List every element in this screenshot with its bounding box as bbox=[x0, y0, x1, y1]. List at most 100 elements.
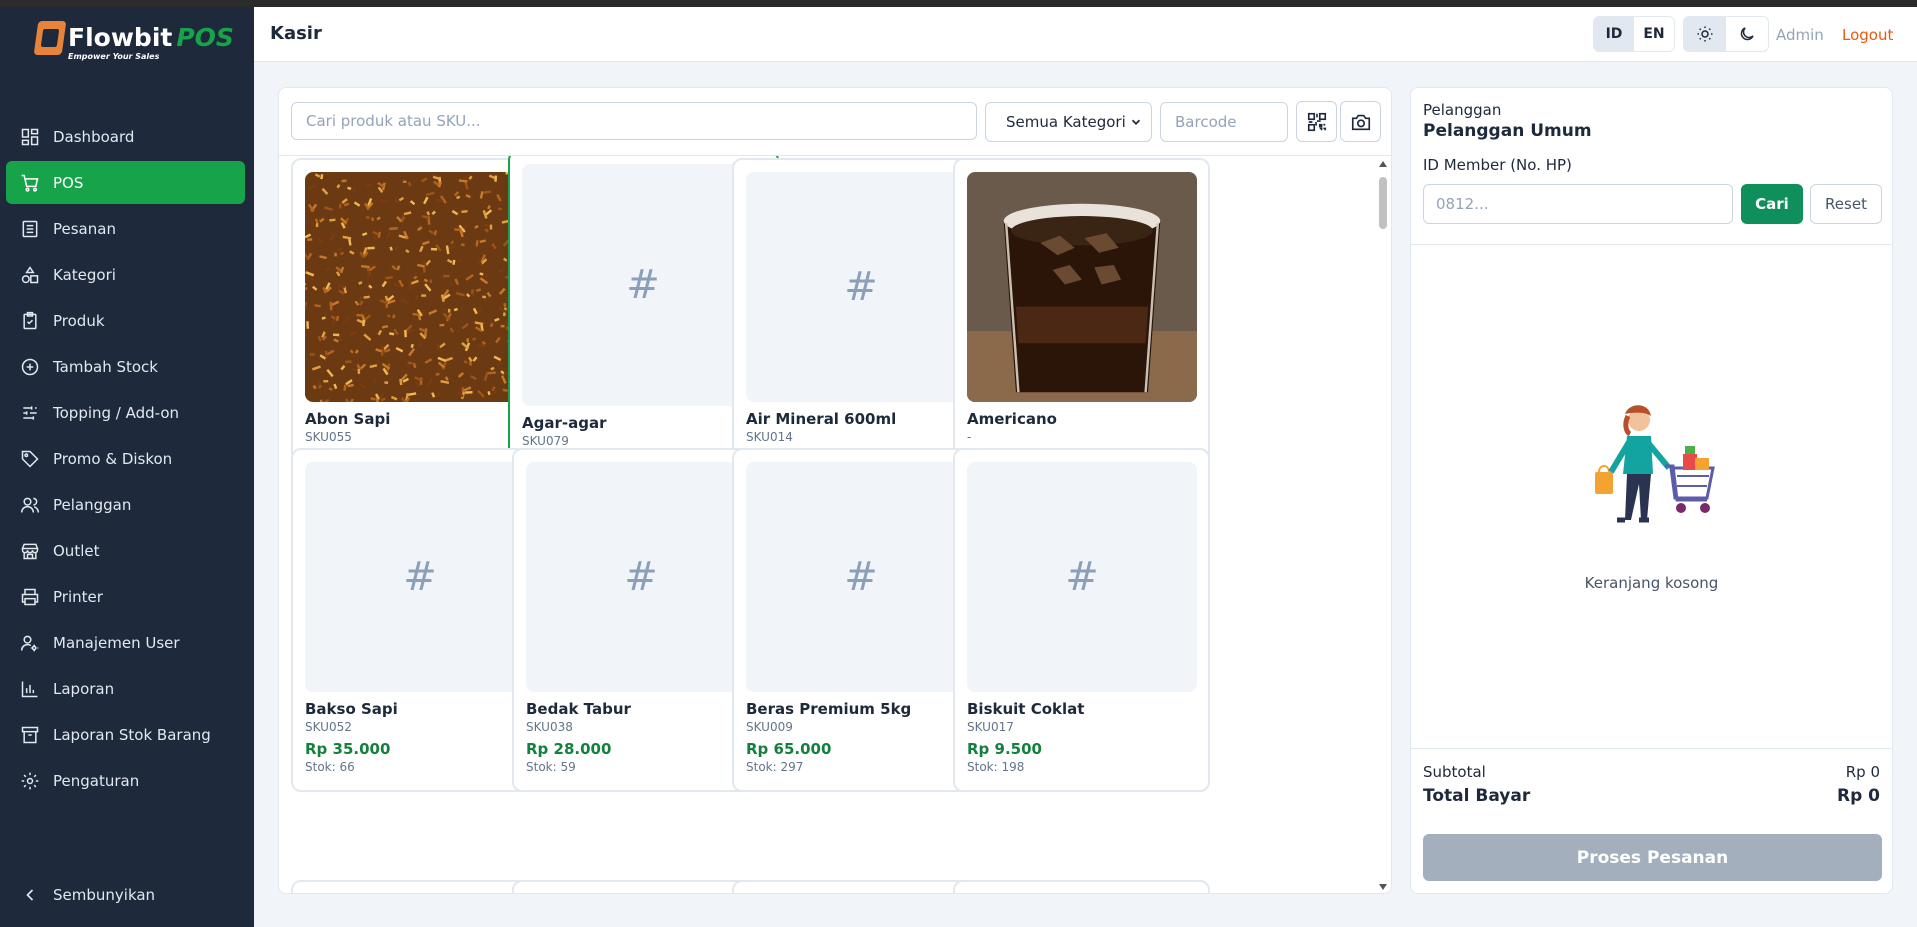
chevron-down-icon bbox=[1131, 119, 1141, 125]
dashboard-icon bbox=[21, 128, 39, 145]
process-order-button[interactable]: Proses Pesanan bbox=[1423, 834, 1882, 881]
sidebar-item-dashboard[interactable]: Dashboard bbox=[6, 115, 245, 158]
sidebar-item-label: Manajemen User bbox=[53, 633, 180, 652]
window-top-strip bbox=[0, 0, 1917, 7]
lang-en-button[interactable]: EN bbox=[1634, 17, 1674, 51]
product-placeholder-glyph: # bbox=[626, 262, 660, 308]
qr-scan-button[interactable] bbox=[1296, 101, 1337, 142]
sidebar-item-pelanggan[interactable]: Pelanggan bbox=[6, 483, 245, 526]
product-card-partial[interactable] bbox=[512, 880, 769, 893]
product-card[interactable]: # Bakso Sapi SKU052 Rp 35.000 Stok: 66 bbox=[291, 448, 548, 792]
total-label: Total Bayar bbox=[1423, 786, 1531, 806]
product-placeholder-glyph: # bbox=[844, 554, 878, 600]
product-stock: Stok: 198 bbox=[967, 760, 1025, 774]
product-sku: SKU055 bbox=[305, 430, 352, 444]
product-name: Agar-agar bbox=[522, 414, 607, 432]
product-price: Rp 28.000 bbox=[526, 740, 612, 758]
sidebar-item-label: Promo & Diskon bbox=[53, 449, 173, 468]
sidebar-item-pengaturan[interactable]: Pengaturan bbox=[6, 759, 245, 802]
cart-logo-icon bbox=[33, 21, 67, 55]
member-phone-input[interactable] bbox=[1423, 184, 1733, 224]
collapse-sidebar-button[interactable]: Sembunyikan bbox=[20, 885, 155, 905]
sidebar-item-label: Printer bbox=[53, 587, 103, 606]
dark-theme-button[interactable] bbox=[1726, 17, 1768, 51]
sidebar-item-label: Laporan bbox=[53, 679, 115, 698]
category-select-value: Semua Kategori bbox=[1006, 113, 1126, 131]
plus-circle-icon bbox=[21, 358, 39, 375]
logout-link[interactable]: Logout bbox=[1842, 26, 1893, 44]
subtotal-label: Subtotal bbox=[1423, 763, 1486, 781]
sidebar-item-topping-add-on[interactable]: Topping / Add-on bbox=[6, 391, 245, 434]
product-card[interactable]: # Bedak Tabur SKU038 Rp 28.000 Stok: 59 bbox=[512, 448, 769, 792]
product-card-partial[interactable] bbox=[953, 880, 1210, 893]
sidebar-item-label: Pesanan bbox=[53, 219, 116, 238]
customer-name: Pelanggan Umum bbox=[1423, 121, 1592, 141]
sidebar-item-label: Produk bbox=[53, 311, 105, 330]
product-name: Abon Sapi bbox=[305, 410, 391, 428]
sidebar-item-laporan-stok-barang[interactable]: Laporan Stok Barang bbox=[6, 713, 245, 756]
divider bbox=[1411, 244, 1892, 245]
product-name: Americano bbox=[967, 410, 1057, 428]
sidebar-item-manajemen-user[interactable]: Manajemen User bbox=[6, 621, 245, 664]
product-sku: - bbox=[967, 430, 972, 444]
product-image: # bbox=[522, 164, 764, 406]
product-price: Rp 35.000 bbox=[305, 740, 391, 758]
product-sku: SKU079 bbox=[522, 434, 569, 448]
qr-code-icon bbox=[1307, 112, 1326, 131]
users-icon bbox=[20, 497, 40, 513]
product-grid-scrollbar[interactable] bbox=[1376, 156, 1390, 893]
sidebar-item-pos[interactable]: POS bbox=[6, 161, 245, 204]
brand-name: Flowbit POS bbox=[68, 23, 234, 52]
barcode-input[interactable] bbox=[1160, 102, 1288, 142]
clipboard-icon bbox=[23, 311, 37, 329]
product-card-partial[interactable] bbox=[732, 880, 989, 893]
brand-tagline: Empower Your Sales bbox=[68, 52, 160, 61]
sidebar-item-laporan[interactable]: Laporan bbox=[6, 667, 245, 710]
sidebar-item-printer[interactable]: Printer bbox=[6, 575, 245, 618]
page-title: Kasir bbox=[270, 23, 322, 44]
customer-label: Pelanggan bbox=[1423, 101, 1502, 119]
product-stock: Stok: 59 bbox=[526, 760, 576, 774]
product-sku: SKU009 bbox=[746, 720, 793, 734]
product-image: # bbox=[526, 462, 756, 692]
cart-panel: Pelanggan Pelanggan Umum ID Member (No. … bbox=[1410, 87, 1893, 894]
sidebar-item-label: Tambah Stock bbox=[53, 357, 158, 376]
sidebar-item-produk[interactable]: Produk bbox=[6, 299, 245, 342]
product-placeholder-glyph: # bbox=[1065, 554, 1099, 600]
scroll-up-arrow[interactable] bbox=[1379, 161, 1387, 167]
camera-icon bbox=[1351, 114, 1370, 130]
sliders-icon bbox=[23, 405, 37, 420]
sidebar-item-tambah-stock[interactable]: Tambah Stock bbox=[6, 345, 245, 388]
product-search-input[interactable] bbox=[291, 102, 977, 140]
product-sku: SKU014 bbox=[746, 430, 793, 444]
sidebar-item-label: POS bbox=[53, 173, 84, 192]
brand-logo[interactable]: Flowbit POS Empower Your Sales bbox=[33, 17, 234, 63]
search-member-button[interactable]: Cari bbox=[1741, 184, 1803, 224]
user-cog-icon bbox=[20, 635, 39, 651]
product-sku: SKU017 bbox=[967, 720, 1014, 734]
sidebar-item-pesanan[interactable]: Pesanan bbox=[6, 207, 245, 250]
sidebar-item-kategori[interactable]: Kategori bbox=[6, 253, 245, 296]
sidebar-item-label: Kategori bbox=[53, 265, 116, 284]
product-card[interactable]: # Beras Premium 5kg SKU009 Rp 65.000 Stok: 2… bbox=[732, 448, 989, 792]
scroll-down-arrow[interactable] bbox=[1379, 884, 1387, 890]
product-stock: Stok: 297 bbox=[746, 760, 804, 774]
lang-id-button[interactable]: ID bbox=[1594, 17, 1634, 51]
reset-member-button[interactable]: Reset bbox=[1810, 184, 1882, 224]
category-select[interactable]: Semua Kategori bbox=[985, 102, 1152, 142]
product-sku: SKU052 bbox=[305, 720, 352, 734]
sidebar-item-outlet[interactable]: Outlet bbox=[6, 529, 245, 572]
product-name: Beras Premium 5kg bbox=[746, 700, 912, 718]
sidebar-item-promo-diskon[interactable]: Promo & Diskon bbox=[6, 437, 245, 480]
product-card[interactable]: # Biskuit Coklat SKU017 Rp 9.500 Stok: 198 bbox=[953, 448, 1210, 792]
camera-scan-button[interactable] bbox=[1340, 101, 1381, 142]
product-stock: Stok: 66 bbox=[305, 760, 355, 774]
product-price: Rp 9.500 bbox=[967, 740, 1042, 758]
product-name: Bakso Sapi bbox=[305, 700, 398, 718]
scrollbar-thumb[interactable] bbox=[1379, 177, 1387, 229]
sidebar-item-label: Pengaturan bbox=[53, 771, 140, 790]
product-card-partial[interactable] bbox=[291, 880, 548, 893]
light-theme-button[interactable] bbox=[1684, 17, 1726, 51]
theme-switcher bbox=[1683, 16, 1769, 52]
product-grid: Abon SapiSKU055Rp 45.000Stok: 21#Agar-ag… bbox=[279, 156, 1391, 893]
